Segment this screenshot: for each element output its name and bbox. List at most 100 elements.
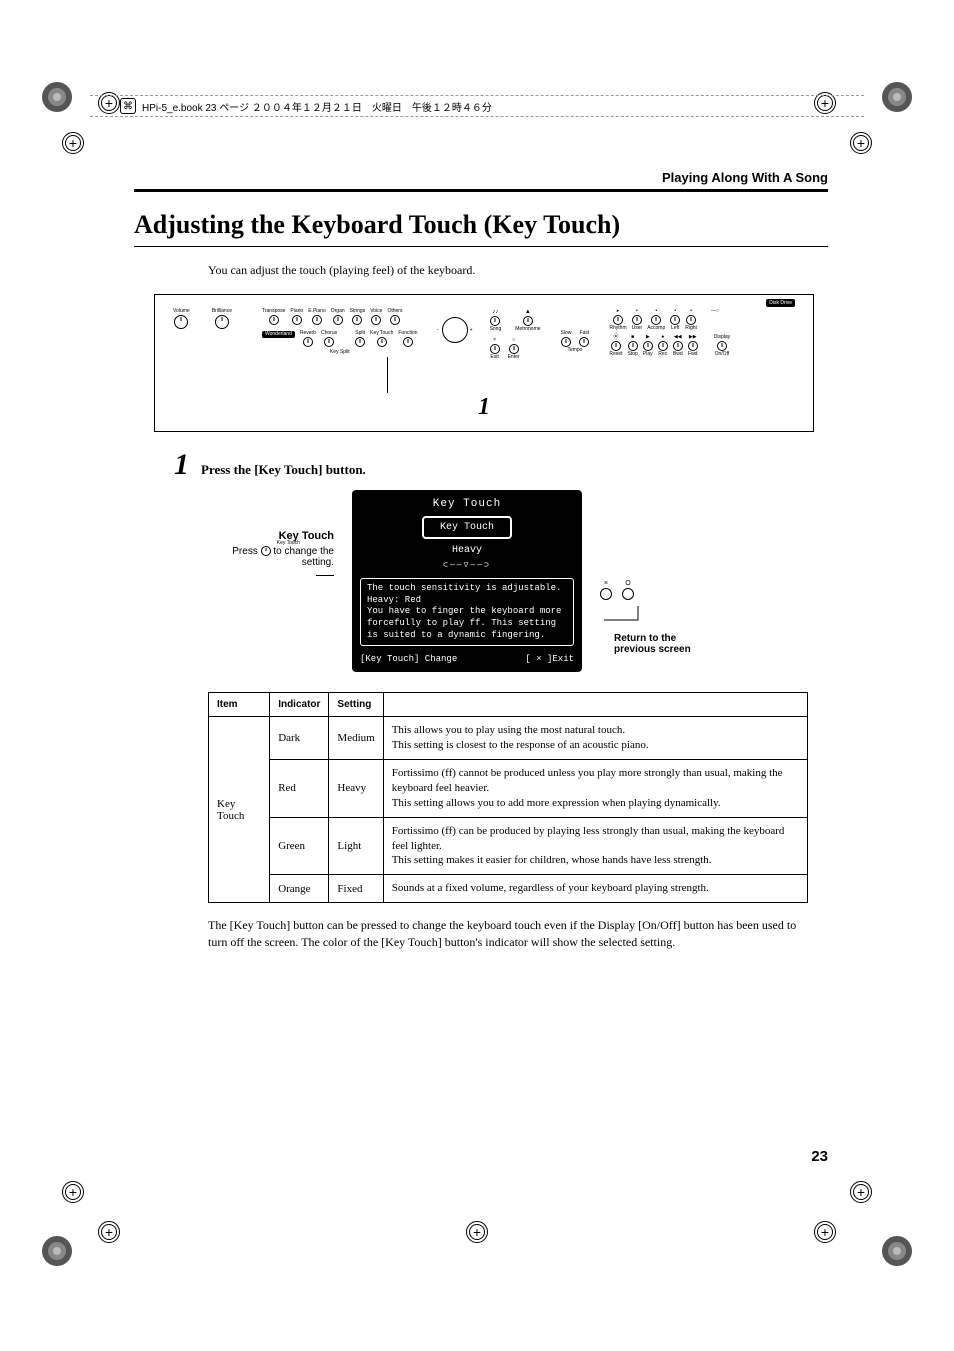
knob-label: Split xyxy=(355,331,365,336)
chorus-btn xyxy=(324,337,334,347)
disk-drive-badge: Disk Drive xyxy=(766,299,795,307)
knob-label: Reverb xyxy=(300,331,316,336)
screen-footer-right: [ × ]Exit xyxy=(525,654,574,664)
stop-btn xyxy=(628,341,638,351)
reset-btn xyxy=(611,341,621,351)
knob-label: Fast xyxy=(580,331,590,336)
piano-btn xyxy=(292,315,302,325)
tempo-fast-btn xyxy=(579,337,589,347)
tempo-slow-btn xyxy=(561,337,571,347)
corner-ornament-tr xyxy=(880,80,914,114)
exit-circle-icon xyxy=(600,588,612,600)
cell-indicator: Dark xyxy=(270,717,329,760)
screen-selected-item: Key Touch xyxy=(422,516,512,539)
knob-label: Play xyxy=(643,352,653,357)
table-row: Orange Fixed Sounds at a fixed volume, r… xyxy=(209,875,808,903)
knob-label: Piano xyxy=(290,309,303,314)
registration-mark xyxy=(98,1221,120,1243)
doc-header-text: HPi-5_e.book 23 ページ ２００４年１２月２１日 火曜日 午後１２… xyxy=(142,99,492,114)
book-icon: ⌘ xyxy=(120,98,136,114)
return-label-l2: previous screen xyxy=(614,644,730,655)
volume-knob xyxy=(174,315,188,329)
function-btn xyxy=(403,337,413,347)
strings-btn xyxy=(352,315,362,325)
cell-desc: This allows you to play using the most n… xyxy=(383,717,807,760)
registration-mark xyxy=(62,1181,84,1203)
knob-label: Others xyxy=(387,309,402,314)
screen-title: Key Touch xyxy=(360,498,574,510)
knob-label: Song xyxy=(490,327,502,332)
lcd-screen: Key Touch Key Touch Heavy ⊂——▽——⊃ The to… xyxy=(352,490,582,672)
value-dial: - + xyxy=(442,317,468,343)
rec-btn xyxy=(658,341,668,351)
keysplit-label: Key Split xyxy=(262,349,418,355)
knob-label: Right xyxy=(685,326,697,331)
screen-right-caption: × O Return to the previous screen xyxy=(600,490,730,655)
cell-setting: Medium xyxy=(329,717,383,760)
user-btn xyxy=(632,315,642,325)
knob-label: Enter xyxy=(508,355,520,360)
knob-label: Organ xyxy=(331,309,345,314)
section-rule xyxy=(134,189,828,192)
cell-item: Key Touch xyxy=(209,717,270,903)
screen-footer-left: [Key Touch] Change xyxy=(360,654,457,664)
return-leader-line xyxy=(600,606,660,630)
diagram-step-number: 1 xyxy=(173,394,795,421)
knob-label: Accomp xyxy=(647,326,665,331)
knob-label: Transpose xyxy=(262,309,285,314)
knob-label: Stop xyxy=(627,352,637,357)
page-number: 23 xyxy=(811,1148,828,1165)
enter-btn xyxy=(509,344,519,354)
screen-value: Heavy xyxy=(360,545,574,556)
cell-setting: Fixed xyxy=(329,875,383,903)
key-touch-knob-icon xyxy=(261,546,271,556)
wonderland-badge: Wonderland xyxy=(262,331,295,338)
doc-header-strip: ⌘ HPi-5_e.book 23 ページ ２００４年１２月２１日 火曜日 午後… xyxy=(90,95,864,117)
step-instruction: Press the [Key Touch] button. xyxy=(201,462,366,478)
knob-label: Left xyxy=(671,326,679,331)
step-number: 1 xyxy=(174,450,189,480)
knob-label: Chorus xyxy=(321,331,337,336)
section-header: Playing Along With A Song xyxy=(134,170,828,185)
title-rule xyxy=(134,246,828,247)
play-btn xyxy=(643,341,653,351)
organ-btn xyxy=(333,315,343,325)
registration-mark xyxy=(814,1221,836,1243)
th-item: Item xyxy=(209,693,270,717)
knob-label: Volume xyxy=(173,309,190,314)
knob-label: Strings xyxy=(350,309,366,314)
accomp-btn xyxy=(651,315,661,325)
press-text-pre: Press xyxy=(232,546,260,557)
song-btn xyxy=(490,316,500,326)
key-touch-settings-table: Item Indicator Setting Key Touch Dark Me… xyxy=(208,692,808,903)
fwd-btn xyxy=(688,341,698,351)
x-label: × xyxy=(604,580,608,587)
screen-left-caption: Key Touch Key Touch Press to change the … xyxy=(214,490,334,579)
knob-label: Rec xyxy=(658,352,667,357)
knob-label: Fwd xyxy=(688,352,697,357)
return-label-l1: Return to the xyxy=(614,633,730,644)
knob-label: On/Off xyxy=(715,352,730,357)
enter-circle-icon xyxy=(622,588,634,600)
th-desc xyxy=(383,693,807,717)
corner-ornament-bl xyxy=(40,1234,74,1268)
table-row: Key Touch Dark Medium This allows you to… xyxy=(209,717,808,760)
press-text-post: to change the setting. xyxy=(271,546,334,568)
knob-label: Bwd xyxy=(673,352,683,357)
table-row: Green Light Fortissimo (ff) can be produ… xyxy=(209,817,808,875)
th-setting: Setting xyxy=(329,693,383,717)
cell-indicator: Orange xyxy=(270,875,329,903)
intro-text: You can adjust the touch (playing feel) … xyxy=(208,263,828,278)
metronome-btn xyxy=(523,316,533,326)
epiano-btn xyxy=(312,315,322,325)
cell-setting: Heavy xyxy=(329,760,383,818)
knob-label: Reset xyxy=(609,352,622,357)
reverb-btn xyxy=(303,337,313,347)
knob-label: Function xyxy=(398,331,417,336)
knob-label: Exit xyxy=(490,355,498,360)
cell-desc: Fortissimo (ff) cannot be produced unles… xyxy=(383,760,807,818)
registration-mark xyxy=(850,132,872,154)
cell-indicator: Green xyxy=(270,817,329,875)
voice-btn xyxy=(371,315,381,325)
brilliance-knob xyxy=(215,315,229,329)
